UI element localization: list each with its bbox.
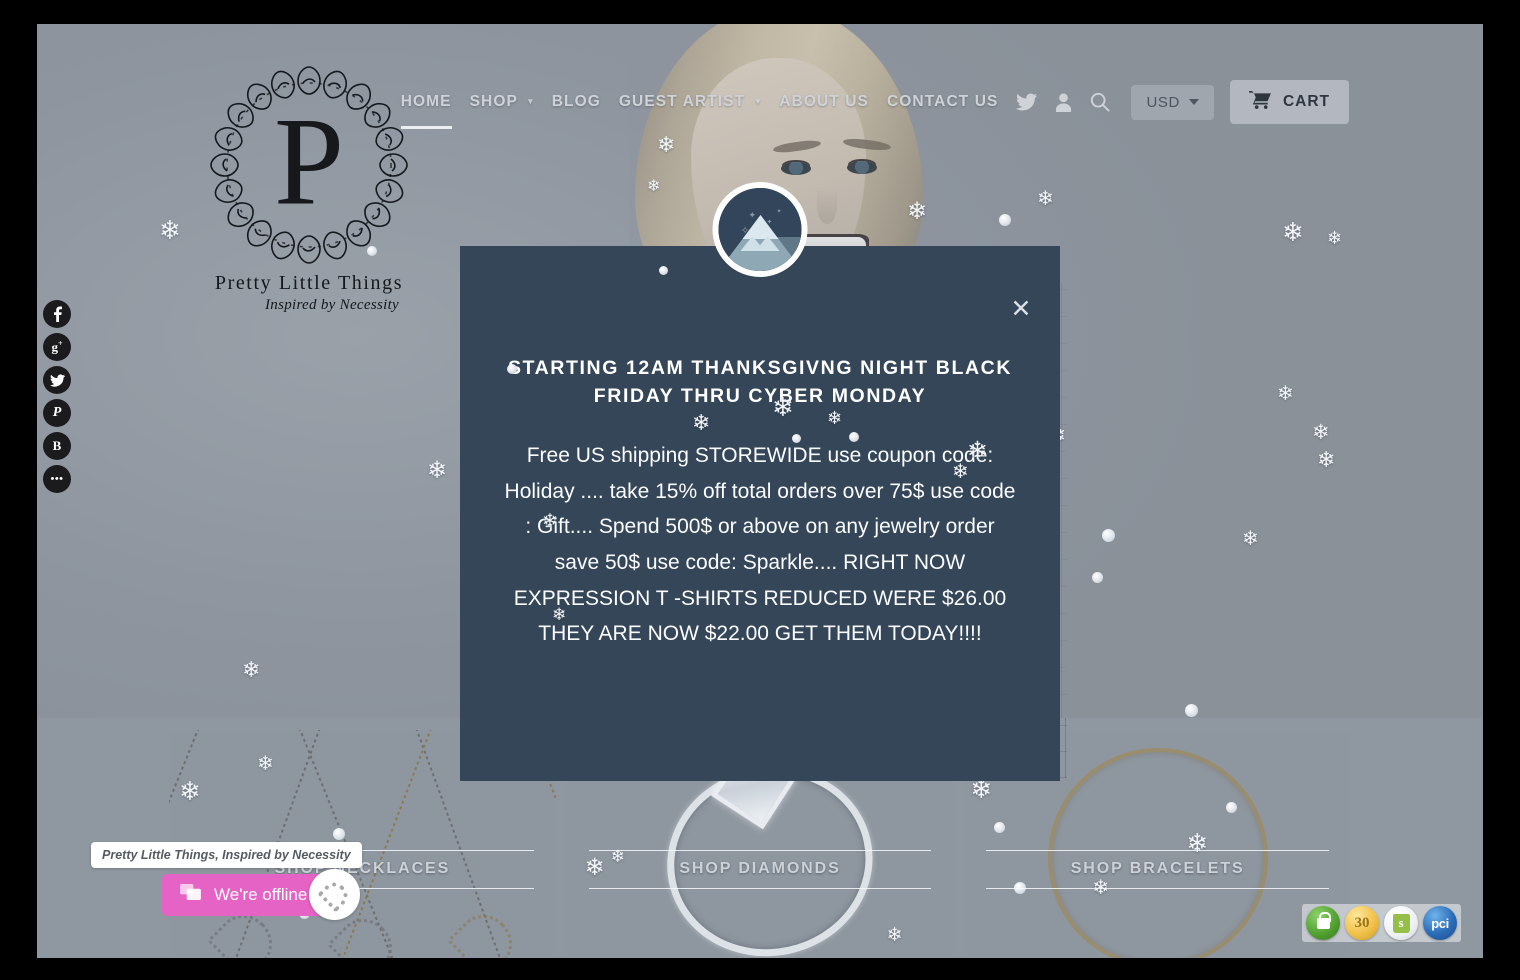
category-label-bracelets: SHOP BRACELETS (1070, 860, 1245, 877)
nav-item-about-us[interactable]: ABOUT US (770, 93, 878, 111)
trust-badge-row: 30 s pci (1302, 904, 1461, 942)
shopify-badge[interactable]: s (1384, 906, 1418, 940)
main-navigation: HOME SHOP ▾ BLOG GUEST ARTIST ▾ ABOUT US (37, 80, 1483, 129)
logo-tagline: Inspired by Necessity (264, 297, 400, 313)
facebook-icon[interactable] (43, 300, 71, 328)
snowflake-icon: ❄ (1242, 528, 1259, 550)
cart-icon (1249, 90, 1272, 114)
category-label-diamonds: SHOP DIAMONDS (679, 860, 841, 877)
nav-item-contact-us[interactable]: CONTACT US (878, 93, 1007, 111)
search-icon[interactable] (1081, 92, 1119, 112)
snowflake-icon: ❄ (1282, 217, 1304, 247)
social-share-rail: g+ P B ••• (43, 300, 71, 493)
more-options-icon[interactable]: ••• (43, 465, 71, 493)
snowflake-icon: ❄ (1317, 447, 1336, 472)
close-icon[interactable]: ✕ (1004, 292, 1038, 326)
snow-dot (1092, 572, 1103, 583)
google-plus-icon[interactable]: g+ (43, 333, 71, 361)
avatar-jewelry-art (316, 876, 353, 913)
card-rule-bottom (986, 888, 1330, 889)
cart-label: CART (1282, 93, 1330, 110)
blogger-icon[interactable]: B (43, 432, 71, 460)
chevron-down-icon: ▾ (528, 96, 534, 106)
currency-selector[interactable]: USD (1131, 84, 1214, 120)
nav-item-home[interactable]: HOME (392, 93, 461, 129)
shopify-bag-icon: s (1392, 913, 1410, 933)
snow-dot (1102, 529, 1115, 542)
winter-mountain-icon: ✦ ✦ ✧ ✦ (712, 182, 808, 277)
nav-item-guest-artist[interactable]: GUEST ARTIST ▾ (610, 93, 770, 111)
snowflake-icon: ❄ (1327, 228, 1343, 248)
snow-dot (1185, 704, 1198, 717)
snowflake-icon: ❄ (427, 457, 448, 484)
logo-name: Pretty Little Things (214, 272, 404, 294)
nav-item-shop[interactable]: SHOP ▾ (461, 93, 543, 111)
chat-offline-button[interactable]: We're offline (162, 874, 343, 916)
chat-tooltip: Pretty Little Things, Inspired by Necess… (91, 842, 362, 868)
30-day-guarantee-badge[interactable]: 30 (1345, 906, 1379, 940)
page-viewport: P Pretty Little Things Inspired by Neces… (37, 24, 1483, 958)
twitter-icon[interactable] (43, 366, 71, 394)
currency-value: USD (1146, 93, 1180, 111)
snowflake-icon: ❄ (1312, 421, 1330, 444)
promo-heading: STARTING 12AM THANKSGIVNG NIGHT BLACK FR… (507, 357, 1013, 408)
cart-button[interactable]: CART (1229, 80, 1349, 124)
snowflake-icon: ❄ (1277, 383, 1294, 405)
pci-compliant-badge[interactable]: pci (1423, 906, 1457, 940)
secure-lock-badge[interactable] (1306, 906, 1340, 940)
snowflake-icon: ❄ (1037, 188, 1054, 210)
lock-icon (1316, 911, 1331, 929)
pinterest-icon[interactable]: P (43, 399, 71, 427)
chat-bubbles-icon (180, 884, 201, 906)
snowflake-icon: ❄ (242, 657, 261, 682)
chat-avatar[interactable] (309, 869, 360, 920)
browser-window-frame: P Pretty Little Things Inspired by Neces… (0, 0, 1520, 980)
snow-dot (999, 214, 1011, 226)
nav-item-blog[interactable]: BLOG (543, 93, 610, 111)
card-rule-bottom (588, 888, 932, 889)
chat-offline-label: We're offline (214, 885, 308, 904)
account-icon[interactable] (1046, 92, 1081, 112)
promo-body-text: Free US shipping STOREWIDE use coupon co… (504, 444, 1016, 646)
chevron-down-icon: ▾ (755, 96, 762, 106)
promo-modal: ✦ ✦ ✧ ✦ ✕ STARTING 12AM THANKSGIVNG NIGH… (460, 182, 1060, 781)
twitter-icon[interactable] (1007, 93, 1046, 111)
chevron-down-icon (1188, 99, 1199, 105)
